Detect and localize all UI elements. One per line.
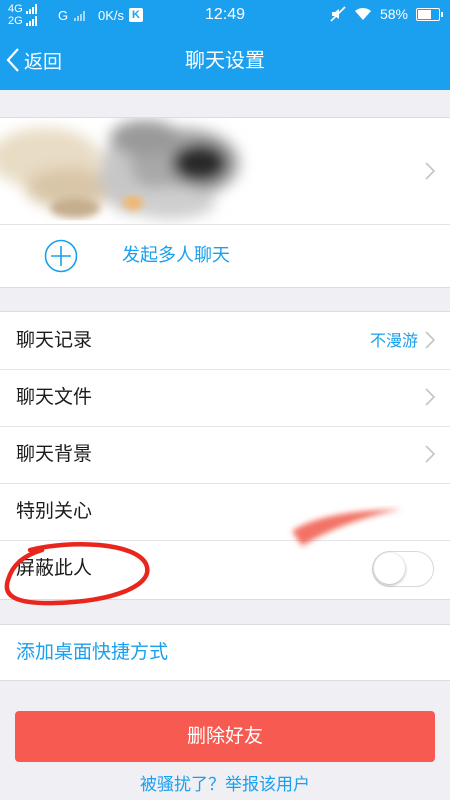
chevron-right-icon — [425, 445, 436, 463]
toggle-knob — [374, 553, 405, 584]
add-shortcut-row[interactable]: 添加桌面快捷方式 — [0, 625, 450, 680]
chevron-right-icon — [425, 388, 436, 406]
chat-files-label: 聊天文件 — [16, 386, 93, 408]
battery-percent: 58% — [379, 6, 408, 22]
block-user-toggle[interactable] — [372, 551, 434, 587]
chat-background-label: 聊天背景 — [16, 443, 93, 465]
report-user-link[interactable]: 被骚扰了？举报该用户 — [0, 770, 450, 795]
chat-history-label: 聊天记录 — [16, 329, 93, 351]
start-group-chat-row[interactable]: 发起多人聊天 — [0, 225, 450, 287]
add-shortcut-label: 添加桌面快捷方式 — [16, 641, 169, 663]
battery-icon — [416, 7, 443, 21]
wifi-icon — [354, 7, 371, 20]
nav-bar: 返回 聊天设置 — [0, 30, 450, 90]
chevron-right-icon — [425, 331, 436, 349]
chat-files-row[interactable]: 聊天文件 — [0, 369, 450, 427]
chevron-right-icon — [425, 162, 436, 180]
block-user-row: 屏蔽此人 — [0, 540, 450, 597]
page-title: 聊天设置 — [185, 48, 265, 72]
chat-history-value: 不漫游 — [369, 331, 418, 350]
delete-friend-button[interactable]: 删除好友 — [15, 711, 435, 762]
shortcut-section: 添加桌面快捷方式 — [0, 624, 450, 681]
chat-background-row[interactable]: 聊天背景 — [0, 426, 450, 484]
settings-list: 聊天记录 不漫游 聊天文件 聊天背景 特别关心 屏蔽此人 — [0, 311, 450, 600]
special-care-row[interactable]: 特别关心 — [0, 483, 450, 546]
profile-row[interactable] — [0, 118, 450, 225]
block-user-label: 屏蔽此人 — [16, 557, 93, 579]
blurred-avatar — [0, 120, 240, 219]
chat-history-row[interactable]: 聊天记录 不漫游 — [0, 312, 450, 370]
status-right: 58% — [330, 6, 443, 22]
plus-circle-icon — [44, 239, 78, 273]
start-group-chat-label: 发起多人聊天 — [122, 245, 230, 266]
mute-icon — [330, 6, 346, 22]
profile-section: 发起多人聊天 — [0, 117, 450, 288]
status-bar: 4G 2G G 0K/s K 12:49 58% — [0, 0, 450, 30]
special-care-label: 特别关心 — [16, 500, 93, 522]
